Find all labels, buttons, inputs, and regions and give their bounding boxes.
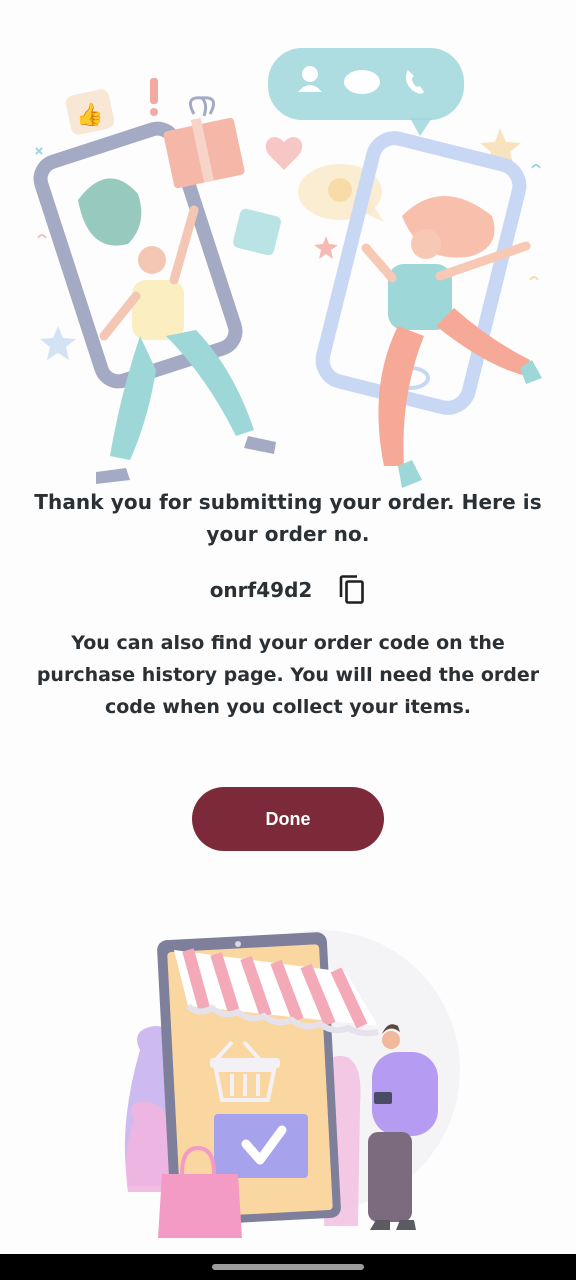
thank-you-message: Thank you for submitting your order. Her…: [34, 490, 542, 546]
svg-text:👍: 👍: [76, 102, 103, 128]
home-indicator[interactable]: [212, 1264, 364, 1270]
order-code-info: You can also find your order code on the…: [36, 632, 540, 718]
copy-icon[interactable]: [338, 574, 366, 606]
online-store-illustration: [124, 930, 460, 1238]
order-confirmation-screen: 👍 Thank you for submitting your order. H…: [0, 0, 576, 1280]
social-shopping-illustration: 👍: [33, 48, 542, 488]
done-button[interactable]: Done: [192, 787, 384, 851]
order-number: onrf49d2: [209, 578, 313, 602]
system-navigation-bar: [0, 1254, 576, 1280]
order-number-row: onrf49d2: [0, 570, 576, 610]
